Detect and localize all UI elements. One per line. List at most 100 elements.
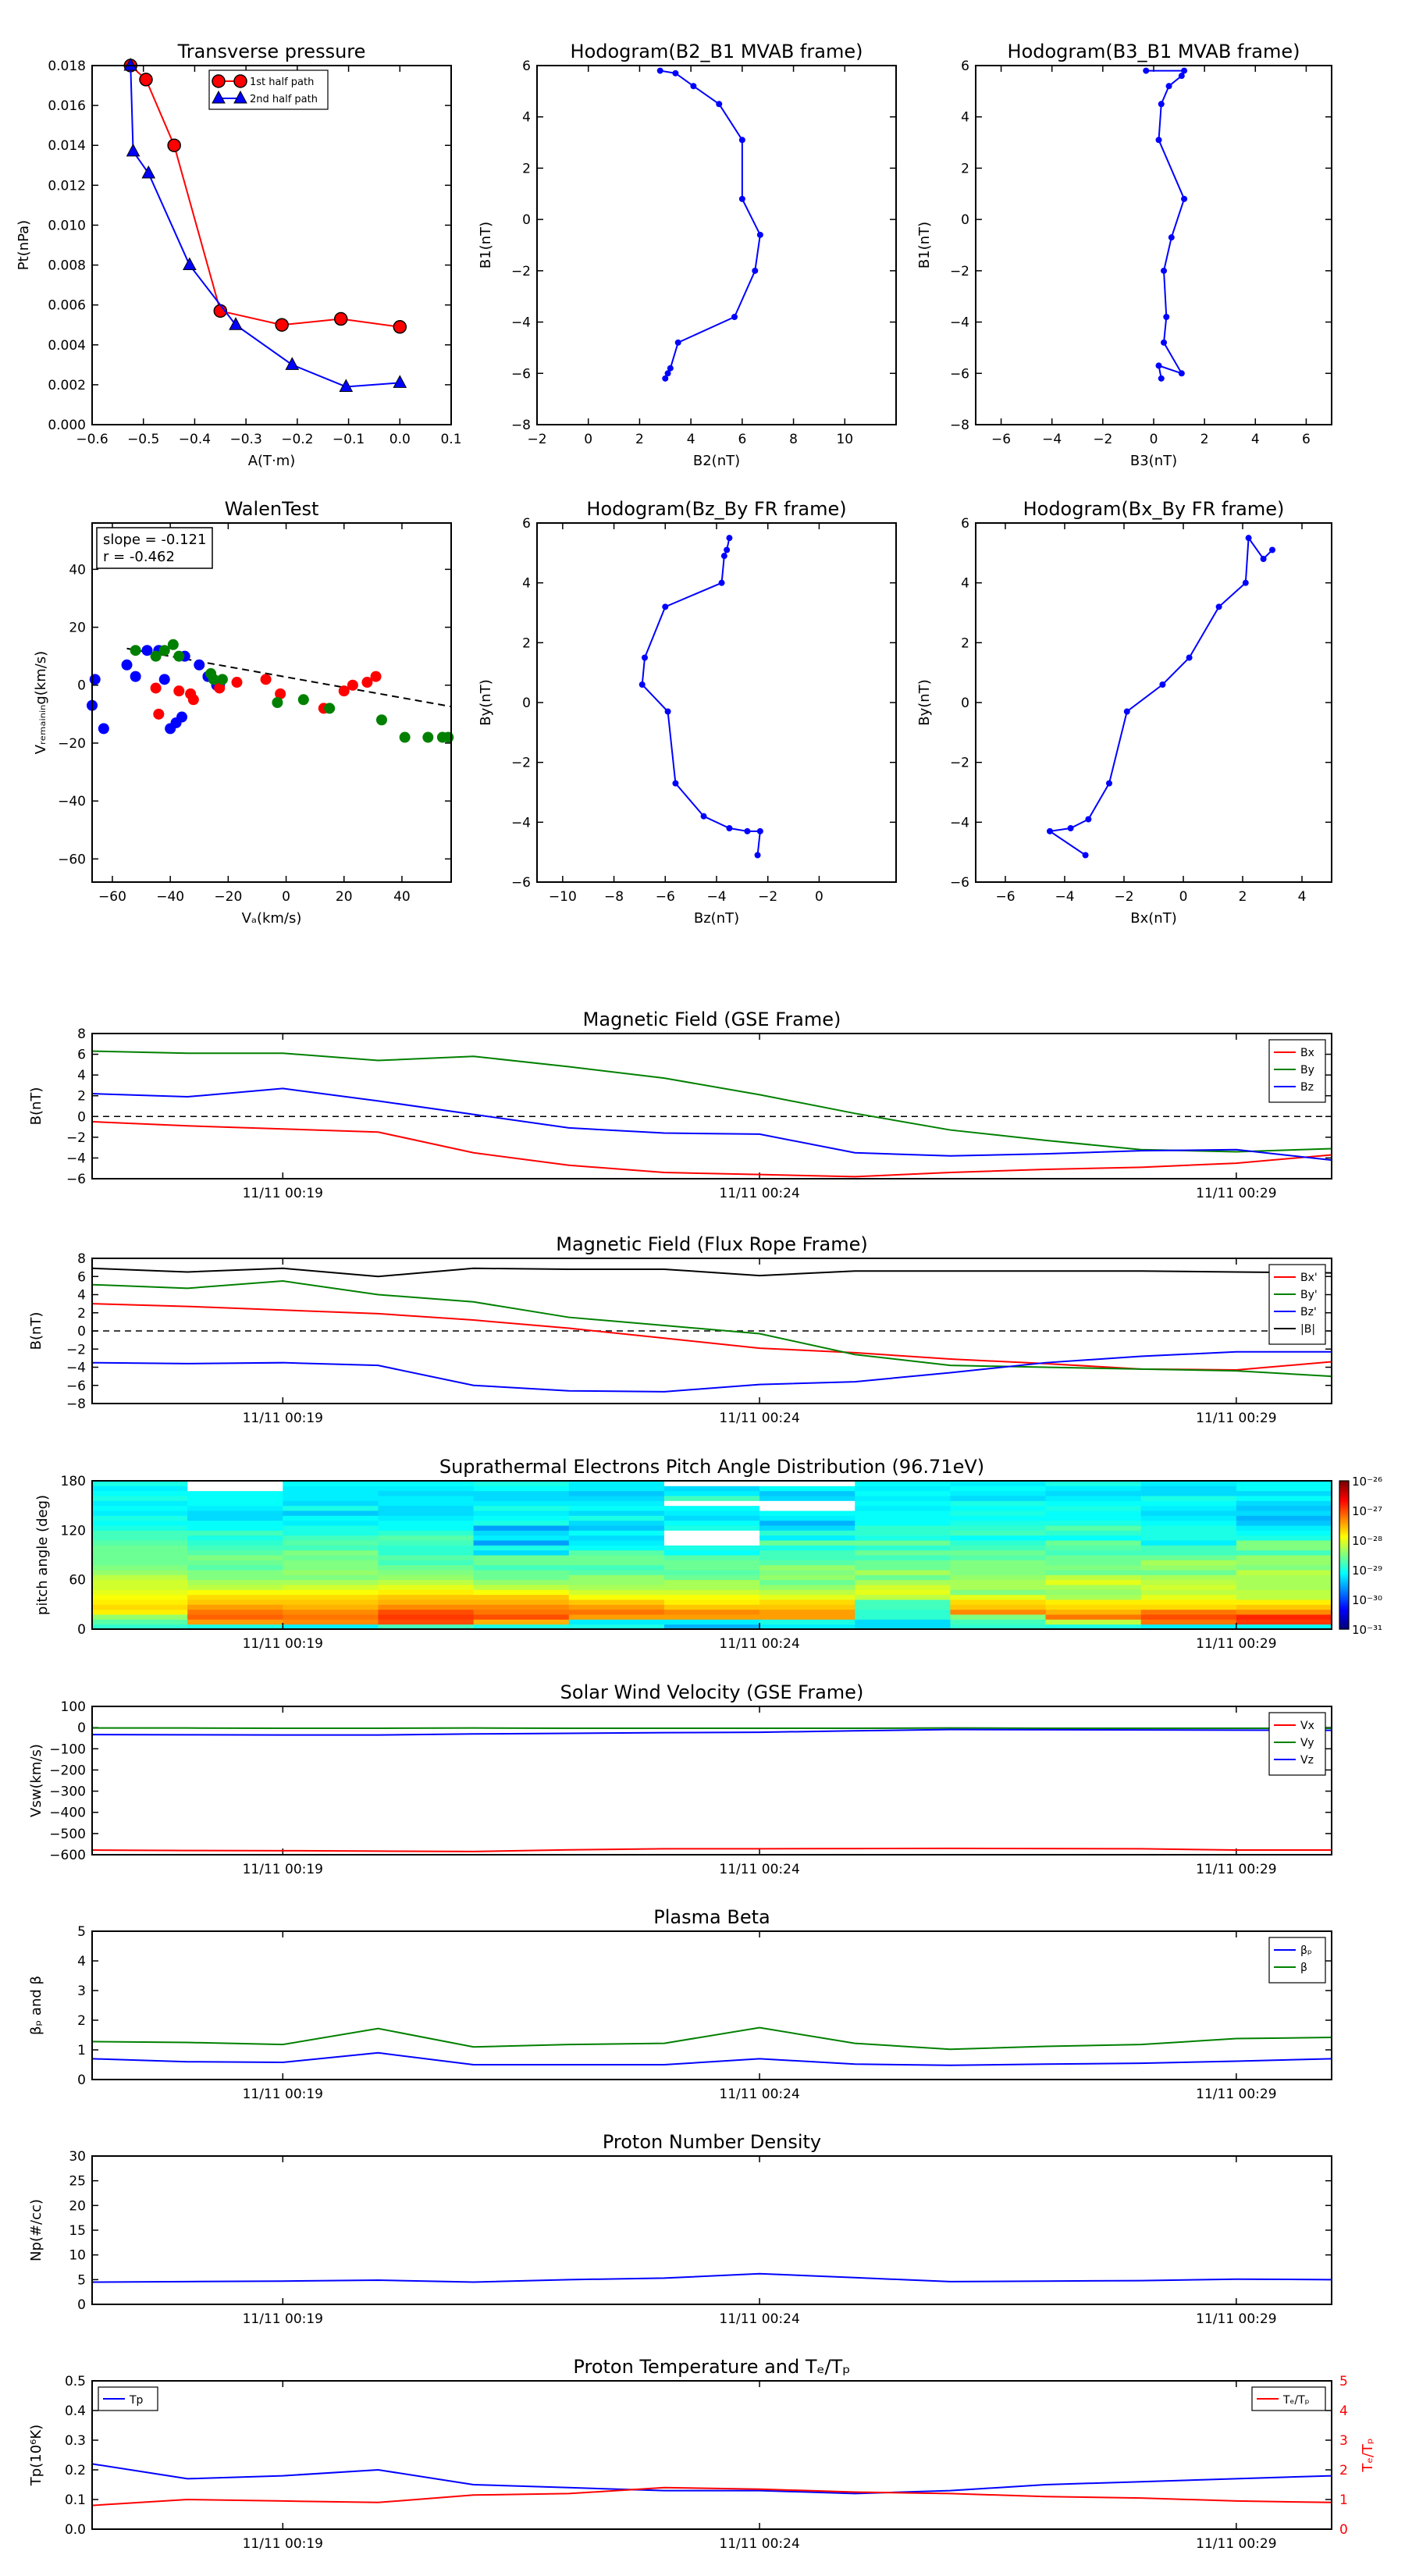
legend-label: Bx' <box>1300 1272 1318 1284</box>
heatmap-cell <box>283 1594 379 1600</box>
heatmap-cell <box>1236 1520 1332 1526</box>
heatmap-cell <box>378 1604 475 1610</box>
heatmap-cell <box>92 1604 188 1610</box>
heatmap-cell <box>92 1564 188 1571</box>
heatmap-cell <box>473 1530 570 1536</box>
x-tick-label: −0.3 <box>230 432 262 447</box>
y-tick-label: 0 <box>77 2297 86 2313</box>
heatmap-cell <box>759 1614 855 1620</box>
heatmap-cell <box>1045 1589 1142 1596</box>
heatmap-cell <box>378 1510 475 1516</box>
heatmap-cell <box>663 1540 760 1546</box>
heatmap-cell <box>378 1619 475 1625</box>
data-point <box>275 318 289 332</box>
heatmap-cell <box>759 1589 855 1596</box>
y-tick-label: −6 <box>66 1379 86 1394</box>
legend-label: Tₑ/Tₚ <box>1282 2394 1310 2407</box>
x-tick-label: −0.1 <box>333 432 365 447</box>
heatmap-cell <box>950 1545 1047 1551</box>
heatmap-cell <box>283 1560 379 1566</box>
heatmap-cell <box>473 1500 570 1507</box>
data-point <box>187 694 199 706</box>
heatmap-cell <box>283 1505 379 1511</box>
heatmap-cell <box>1045 1594 1142 1600</box>
heatmap-cell <box>1140 1540 1237 1546</box>
heatmap-cell <box>283 1609 379 1615</box>
heatmap-cell <box>1140 1579 1237 1585</box>
x-tick-label: 0 <box>584 432 592 447</box>
y-tick-label: 0 <box>77 2073 86 2088</box>
x-tick-label: 40 <box>393 889 411 905</box>
heatmap-cell <box>92 1530 188 1536</box>
y-axis-label: B1(nT) <box>916 222 933 269</box>
y-tick-label: −4 <box>66 1151 86 1166</box>
data-point <box>752 267 759 274</box>
heatmap-cell <box>1236 1560 1332 1566</box>
heatmap-cell <box>663 1481 760 1486</box>
heatmap-cell <box>187 1560 283 1566</box>
x-tick-label: 11/11 00:24 <box>719 1636 799 1652</box>
y2-tick-label: 2 <box>1339 2463 1348 2478</box>
heatmap-cell <box>759 1550 855 1556</box>
data-point <box>98 723 109 735</box>
heatmap-cell <box>759 1604 855 1610</box>
y-tick-label: 0 <box>77 1324 86 1340</box>
y-tick-label: −8 <box>950 418 969 433</box>
data-point <box>1155 362 1162 369</box>
heatmap-cell <box>663 1545 760 1551</box>
heatmap-cell <box>473 1550 570 1556</box>
y-tick-label: 0.3 <box>65 2433 86 2449</box>
x-tick-label: 10 <box>836 432 853 447</box>
heatmap-cell <box>378 1490 475 1496</box>
x-tick-label: −20 <box>214 889 242 905</box>
heatmap-cell <box>950 1525 1047 1531</box>
heatmap-cell <box>759 1619 855 1625</box>
chart-title: Transverse pressure <box>177 41 366 62</box>
heatmap-cell <box>663 1520 760 1526</box>
heatmap-cell <box>473 1594 570 1600</box>
data-point <box>672 69 679 76</box>
heatmap-cell <box>378 1555 475 1560</box>
heatmap-cell <box>283 1564 379 1571</box>
heatmap-cell <box>92 1496 188 1501</box>
data-point <box>399 731 411 743</box>
y-tick-label: 6 <box>961 516 969 532</box>
heatmap-cell <box>283 1515 379 1521</box>
heatmap-cell <box>759 1570 855 1575</box>
y-tick-label: 6 <box>522 59 531 74</box>
heatmap-cell <box>1236 1589 1332 1596</box>
heatmap-cell <box>759 1545 855 1551</box>
heatmap-cell <box>92 1570 188 1575</box>
heatmap-cell <box>855 1614 951 1620</box>
heatmap-cell <box>1045 1574 1142 1581</box>
heatmap-cell <box>663 1574 760 1581</box>
series-line <box>91 2026 1332 2051</box>
heatmap-cell <box>187 1589 283 1596</box>
heatmap-cell <box>855 1589 951 1596</box>
data-point <box>375 714 387 726</box>
data-point <box>1106 780 1112 787</box>
data-point <box>422 731 434 743</box>
heatmap-cell <box>759 1555 855 1560</box>
heatmap-cell <box>663 1505 760 1511</box>
heatmap-cell <box>1236 1500 1332 1507</box>
data-point <box>1178 73 1185 80</box>
data-point <box>1047 827 1053 834</box>
y-tick-label: 25 <box>69 2174 86 2190</box>
y-axis-label: pitch angle (deg) <box>34 1495 51 1615</box>
heatmap-cell <box>568 1599 665 1605</box>
data-point <box>260 674 272 685</box>
y-tick-label: 0.008 <box>48 258 86 274</box>
heatmap-cell <box>759 1579 855 1585</box>
plot-frame <box>975 522 1332 883</box>
heatmap-cell <box>855 1574 951 1581</box>
heatmap-cell <box>187 1609 283 1615</box>
data-point <box>756 827 763 834</box>
heatmap-cell <box>187 1535 283 1541</box>
heatmap-cell <box>663 1609 760 1615</box>
heatmap-cell <box>378 1550 475 1556</box>
annotation-text: slope = -0.121 <box>103 532 206 548</box>
heatmap-cell <box>378 1589 475 1596</box>
data-point <box>153 708 165 720</box>
heatmap-cell <box>187 1619 283 1625</box>
